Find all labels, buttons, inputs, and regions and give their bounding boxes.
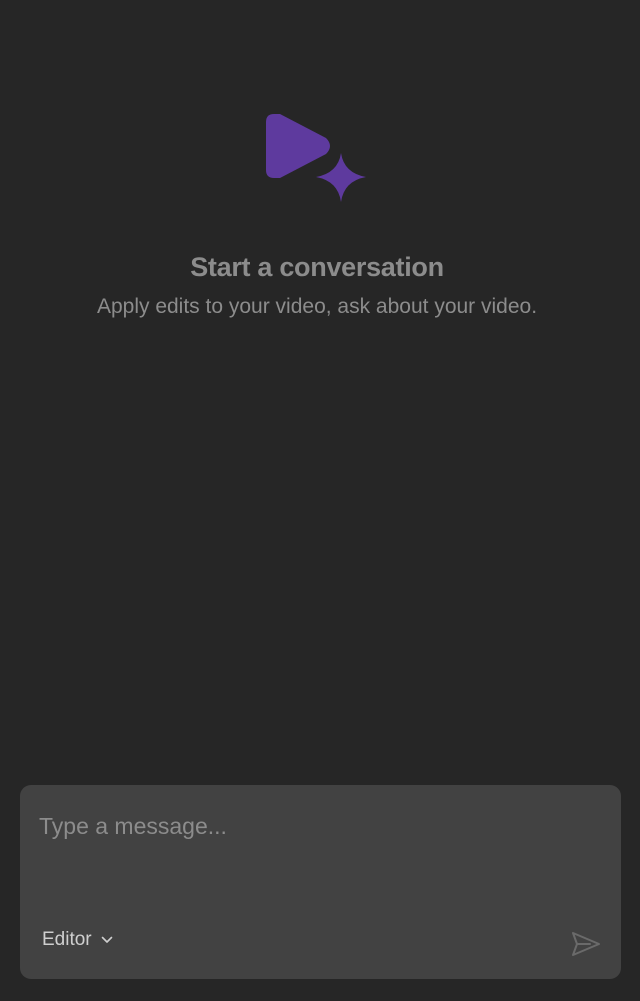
- message-input[interactable]: [39, 809, 599, 843]
- chevron-down-icon: [101, 936, 113, 944]
- empty-state-subtitle: Apply edits to your video, ask about you…: [96, 295, 538, 318]
- empty-state-title: Start a conversation: [190, 252, 444, 282]
- message-composer: Editor: [20, 785, 621, 979]
- mode-dropdown[interactable]: Editor: [42, 929, 113, 951]
- send-button[interactable]: [569, 927, 603, 961]
- send-icon: [570, 930, 602, 958]
- mode-label: Editor: [42, 929, 92, 950]
- play-sparkle-icon: [264, 110, 368, 204]
